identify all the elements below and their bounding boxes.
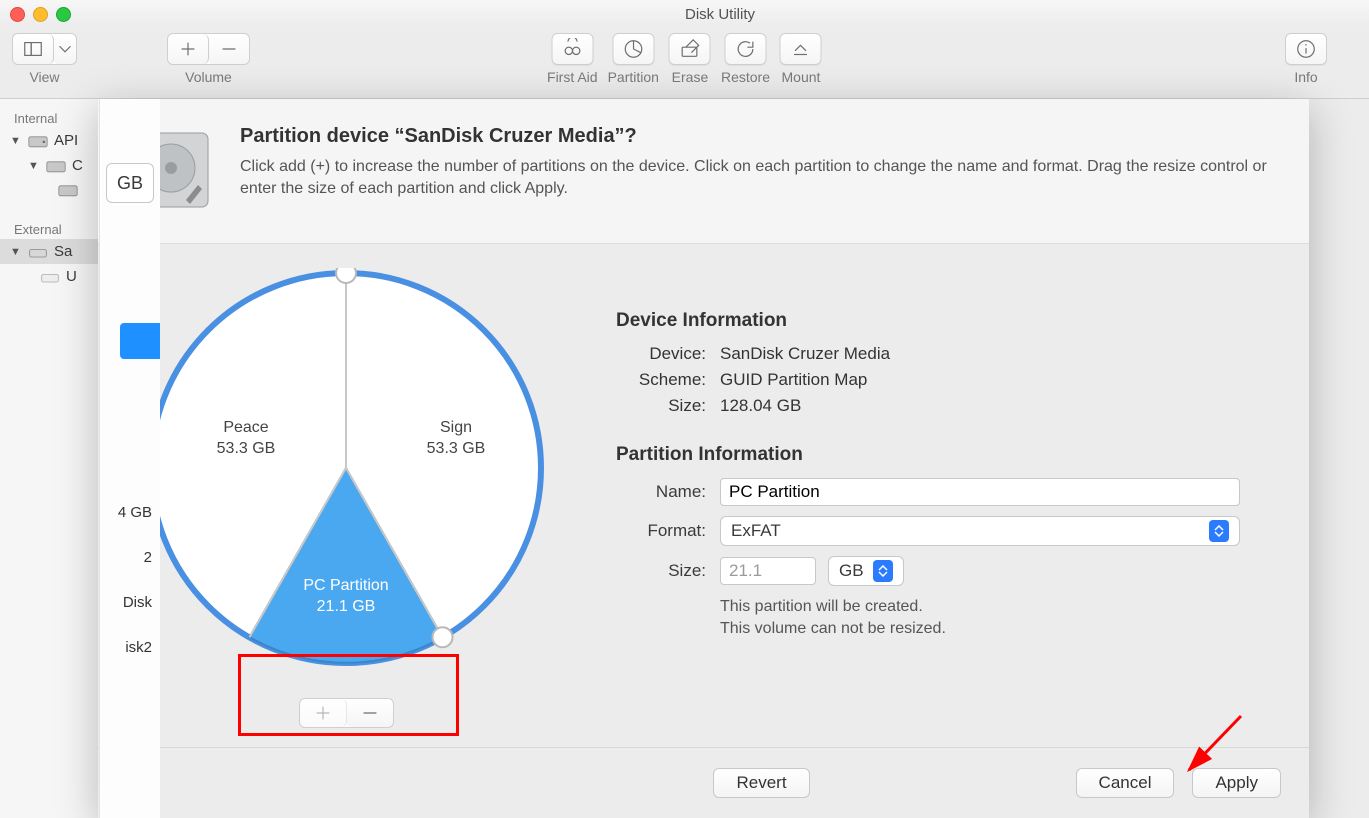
- sidebar-item-label: Sa: [54, 243, 72, 260]
- revert-button[interactable]: Revert: [713, 768, 809, 798]
- partition-sheet: Partition device “SanDisk Cruzer Media”?…: [98, 99, 1309, 818]
- rpanel-row-3: Disk: [123, 594, 152, 611]
- pie-slice-1-size: 53.3 GB: [186, 439, 306, 460]
- sidebar-item-label: C: [72, 157, 83, 174]
- sheet-description: Click add (+) to increase the number of …: [240, 156, 1281, 199]
- pie-slice-1-name: Peace: [186, 418, 306, 439]
- pie-slice-2-size: 53.3 GB: [396, 439, 516, 460]
- sidebar: Internal ▼ API ▼ C External ▼ Sa U: [0, 99, 99, 818]
- partition-size-input: [720, 557, 816, 585]
- volume-add-button[interactable]: [168, 34, 209, 64]
- rpanel-row-4: isk2: [125, 639, 152, 656]
- hard-drive-icon: [58, 182, 78, 198]
- maximize-window-button[interactable]: [56, 7, 71, 22]
- partition-note-2: This volume can not be resized.: [720, 618, 1281, 640]
- restore-button[interactable]: [724, 33, 766, 65]
- sheet-header: Partition device “SanDisk Cruzer Media”?…: [98, 99, 1309, 244]
- sidebar-item-external-0[interactable]: ▼ Sa: [0, 239, 98, 264]
- sidebar-item-label: API: [54, 132, 78, 149]
- scheme-label: Scheme:: [616, 370, 706, 390]
- hard-drive-icon: [28, 133, 48, 149]
- toolbar: View Volume First Aid Partition Erase Re…: [0, 27, 1369, 99]
- minimize-window-button[interactable]: [33, 7, 48, 22]
- erase-button[interactable]: [669, 33, 711, 65]
- partition-button[interactable]: [612, 33, 654, 65]
- info-label: Info: [1294, 69, 1317, 85]
- format-select[interactable]: ExFAT: [720, 516, 1240, 546]
- first-aid-button[interactable]: [551, 33, 593, 65]
- hard-drive-icon: [46, 158, 66, 174]
- sheet-footer: ? Revert Cancel Apply: [98, 747, 1309, 818]
- device-info-heading: Device Information: [616, 310, 1281, 332]
- external-drive-icon: [28, 244, 48, 260]
- remove-partition-button[interactable]: [347, 699, 393, 727]
- select-arrows-icon: [1209, 520, 1229, 542]
- psize-label: Size:: [616, 561, 706, 581]
- volume-label: Volume: [185, 69, 232, 85]
- sheet-title: Partition device “SanDisk Cruzer Media”?: [240, 125, 1281, 148]
- disclosure-icon[interactable]: ▼: [10, 246, 22, 258]
- pie-slice-3-size: 21.1 GB: [286, 597, 406, 618]
- view-label: View: [29, 69, 59, 85]
- mount-label: Mount: [782, 69, 821, 85]
- pie-slice-3-name: PC Partition: [286, 576, 406, 597]
- window-controls: [10, 7, 71, 22]
- restore-label: Restore: [721, 69, 770, 85]
- sidebar-heading-external: External: [0, 216, 98, 239]
- view-mode-button[interactable]: [12, 33, 77, 65]
- sidebar-item-label: U: [66, 268, 77, 285]
- size-label: Size:: [616, 396, 706, 416]
- sidebar-item-external-1[interactable]: U: [0, 264, 98, 289]
- capacity-unit-select[interactable]: GB: [106, 163, 154, 203]
- rpanel-row-1: 4 GB: [118, 504, 152, 521]
- partition-name-input[interactable]: [720, 478, 1240, 506]
- erase-label: Erase: [672, 69, 709, 85]
- rpanel-row-2: 2: [144, 549, 152, 566]
- format-label: Format:: [616, 521, 706, 541]
- name-label: Name:: [616, 482, 706, 502]
- external-drive-icon: [40, 269, 60, 285]
- info-button[interactable]: [1285, 33, 1327, 65]
- add-partition-button[interactable]: [300, 699, 347, 727]
- right-panel-sliver: GB 4 GB 2 Disk isk2: [99, 99, 160, 818]
- disclosure-icon[interactable]: ▼: [10, 135, 22, 147]
- scheme-value: GUID Partition Map: [720, 370, 867, 390]
- device-value: SanDisk Cruzer Media: [720, 344, 890, 364]
- size-unit-select[interactable]: GB: [828, 556, 904, 586]
- partition-note-1: This partition will be created.: [720, 596, 1281, 618]
- pie-slice-2-name: Sign: [396, 418, 516, 439]
- close-window-button[interactable]: [10, 7, 25, 22]
- select-arrows-icon: [873, 560, 893, 582]
- disclosure-icon[interactable]: ▼: [28, 160, 40, 172]
- cancel-button[interactable]: Cancel: [1076, 768, 1175, 798]
- partition-label: Partition: [608, 69, 659, 85]
- device-label: Device:: [616, 344, 706, 364]
- sidebar-item-internal-2[interactable]: [0, 178, 98, 202]
- mount-button[interactable]: [780, 33, 822, 65]
- volume-remove-button[interactable]: [209, 34, 249, 64]
- format-value: ExFAT: [731, 521, 781, 541]
- apply-button[interactable]: Apply: [1192, 768, 1281, 798]
- size-unit-value: GB: [839, 561, 864, 581]
- titlebar: Disk Utility: [0, 0, 1369, 27]
- sidebar-item-internal-0[interactable]: ▼ API: [0, 128, 98, 153]
- window-title: Disk Utility: [81, 6, 1359, 23]
- partition-info-heading: Partition Information: [616, 444, 1281, 466]
- partition-pie-panel: Peace 53.3 GB Sign 53.3 GB PC Partition …: [126, 264, 566, 747]
- sidebar-item-internal-1[interactable]: ▼ C: [0, 153, 98, 178]
- size-value: 128.04 GB: [720, 396, 801, 416]
- selected-volume-color-tab: [120, 323, 160, 359]
- capacity-unit-value: GB: [117, 173, 143, 194]
- sidebar-heading-internal: Internal: [0, 105, 98, 128]
- first-aid-label: First Aid: [547, 69, 598, 85]
